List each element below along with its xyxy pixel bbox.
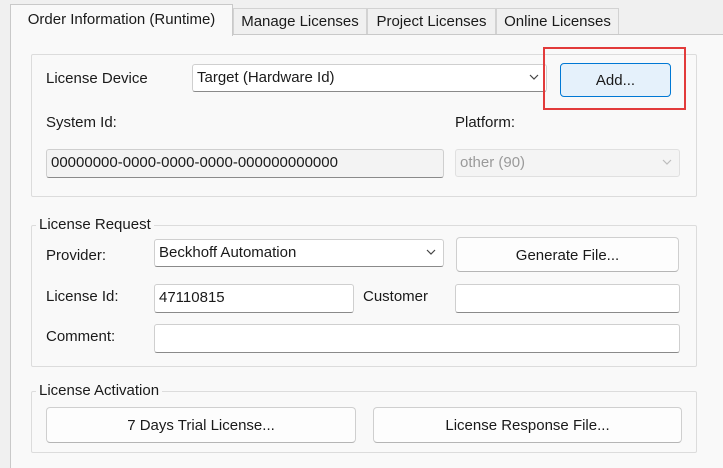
tab-project-licenses[interactable]: Project Licenses <box>367 8 496 35</box>
license-response-file-button[interactable]: License Response File... <box>373 407 682 443</box>
platform-select: other (90) <box>455 149 680 177</box>
license-device-select[interactable]: Target (Hardware Id) <box>192 64 547 92</box>
generate-file-button[interactable]: Generate File... <box>456 237 679 272</box>
platform-value: other (90) <box>460 154 526 171</box>
tab-manage-licenses[interactable]: Manage Licenses <box>233 8 367 35</box>
license-id-field[interactable]: 47110815 <box>154 284 354 313</box>
comment-label: Comment: <box>46 328 116 345</box>
platform-label: Platform: <box>455 114 516 131</box>
chevron-down-icon <box>662 159 672 165</box>
highlight-box <box>543 47 686 110</box>
license-device-value: Target (Hardware Id) <box>197 69 335 86</box>
license-id-label: License Id: <box>46 288 119 305</box>
comment-field[interactable] <box>154 324 680 353</box>
license-device-label: License Device <box>46 70 148 87</box>
license-activation-title: License Activation <box>36 382 163 399</box>
provider-label: Provider: <box>46 247 107 264</box>
license-request-title: License Request <box>36 216 154 233</box>
trial-license-button[interactable]: 7 Days Trial License... <box>46 407 356 443</box>
tab-order-information[interactable]: Order Information (Runtime) <box>10 4 233 36</box>
system-id-field[interactable]: 00000000-0000-0000-0000-000000000000 <box>46 149 444 178</box>
customer-field[interactable] <box>455 284 680 313</box>
customer-label: Customer <box>363 288 429 305</box>
chevron-down-icon <box>426 249 436 255</box>
system-id-label: System Id: <box>46 114 117 131</box>
provider-value: Beckhoff Automation <box>159 244 297 261</box>
chevron-down-icon <box>529 74 539 80</box>
tab-online-licenses[interactable]: Online Licenses <box>496 8 619 35</box>
provider-select[interactable]: Beckhoff Automation <box>154 239 444 267</box>
